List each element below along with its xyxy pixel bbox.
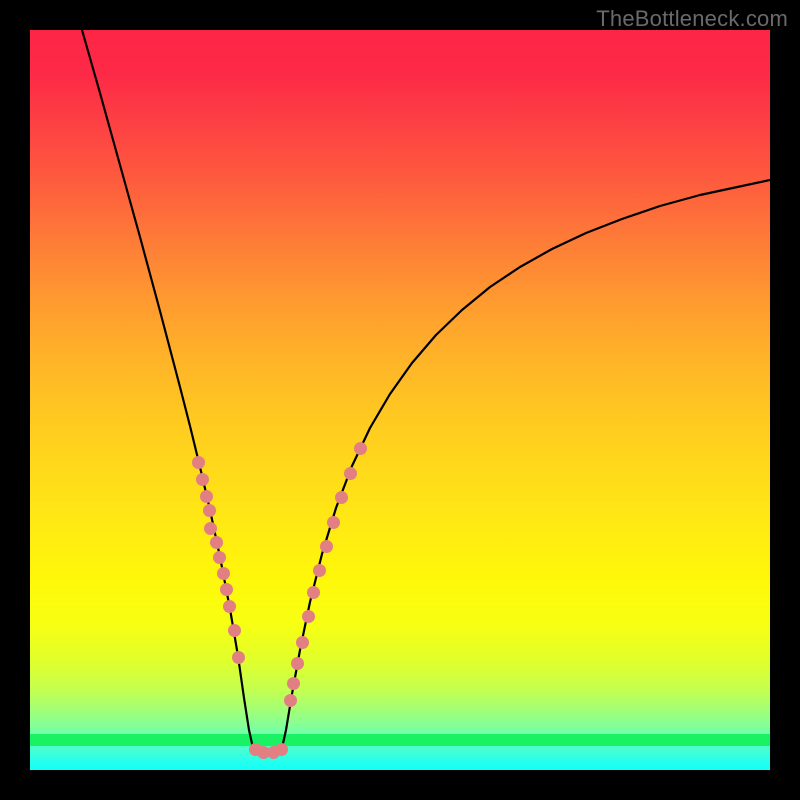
plot-area xyxy=(30,30,770,770)
data-dot xyxy=(200,490,213,503)
watermark-text: TheBottleneck.com xyxy=(596,6,788,32)
data-dot xyxy=(217,567,230,580)
data-dot xyxy=(213,551,226,564)
data-dot xyxy=(192,456,205,469)
data-dot xyxy=(203,504,216,517)
data-dot xyxy=(284,694,297,707)
curve-layer xyxy=(30,30,770,770)
data-dot xyxy=(296,636,309,649)
data-dot xyxy=(232,651,245,664)
data-dot xyxy=(287,677,300,690)
data-dot xyxy=(313,564,326,577)
data-dot xyxy=(223,600,236,613)
data-dot xyxy=(335,491,348,504)
data-dot xyxy=(220,583,233,596)
data-dot xyxy=(344,467,357,480)
data-dot xyxy=(228,624,241,637)
data-dot xyxy=(291,657,304,670)
data-dot xyxy=(196,473,209,486)
data-dot xyxy=(307,586,320,599)
data-dot xyxy=(204,522,217,535)
data-dot xyxy=(210,536,223,549)
curve-right xyxy=(282,180,770,748)
curve-left xyxy=(82,30,253,748)
data-dot xyxy=(302,610,315,623)
data-dot xyxy=(275,743,288,756)
data-dot xyxy=(327,516,340,529)
data-dot xyxy=(354,442,367,455)
data-dot xyxy=(320,540,333,553)
chart-stage: TheBottleneck.com xyxy=(0,0,800,800)
